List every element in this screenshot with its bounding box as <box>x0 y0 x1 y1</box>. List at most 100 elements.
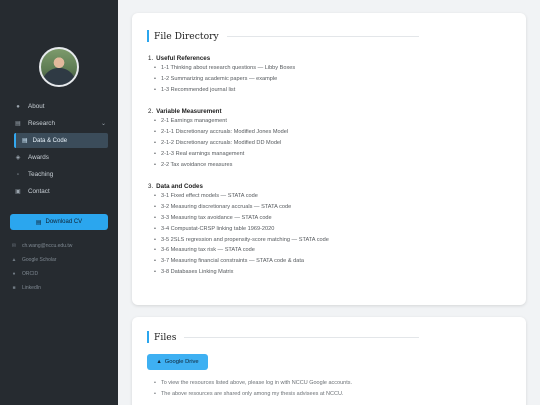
list-item[interactable]: 3-5 2SLS regression and propensity-score… <box>148 234 508 245</box>
sidebar-item-label: Teaching <box>28 171 54 178</box>
files-card: Files ▲ Google Drive To view the resourc… <box>132 317 526 405</box>
section-list: 1-1 Thinking about research questions — … <box>148 63 508 95</box>
sidebar-nav: ● About ▤ Research ⌄ ▤ Data & Code ◈ Awa… <box>0 98 118 200</box>
email-link[interactable]: ✉ ch.wang@nccu.edu.tw <box>10 239 73 253</box>
sidebar-links: ✉ ch.wang@nccu.edu.tw ▲ Google Scholar ●… <box>10 239 73 295</box>
google-drive-label: Google Drive <box>164 359 199 365</box>
heading-accent-bar <box>147 30 149 42</box>
person-icon: ● <box>16 103 20 110</box>
download-cv-label: Download CV <box>45 219 83 225</box>
sidebar-item-label: About <box>28 103 45 110</box>
list-item[interactable]: 1-2 Summarizing academic papers — exampl… <box>148 74 508 85</box>
list-item-text: 2-2 Tax avoidance measures <box>160 161 233 168</box>
sidebar-item-research[interactable]: ▤ Research ⌄ <box>0 115 118 132</box>
heading-accent-bar <box>147 331 149 343</box>
section-name: Useful References <box>156 54 211 62</box>
list-item-text: 2-1 Earnings management <box>160 118 227 125</box>
list-item-text: 1-3 Recommended journal list <box>160 86 236 93</box>
list-item[interactable]: 1-1 Thinking about research questions — … <box>148 63 508 74</box>
list-item-text: 3-3 Measuring tax avoidance — STATA code <box>160 214 272 221</box>
file-directory-title: File Directory <box>154 30 219 42</box>
list-item[interactable]: 3-2 Measuring discretionary accruals — S… <box>148 202 508 213</box>
orcid-link-label: ORCID <box>22 271 39 277</box>
list-item-text: 3-7 Measuring financial constraints — ST… <box>160 258 304 265</box>
section-number: 2. <box>148 107 154 115</box>
section-number: 3. <box>148 182 154 190</box>
list-item[interactable]: 2-1-1 Discretionary accruals: Modified J… <box>148 127 508 138</box>
note-text: To view the resources listed above, plea… <box>160 379 353 386</box>
orcid-icon: ● <box>12 271 16 277</box>
section-heading: 2. Variable Measurement <box>148 106 508 116</box>
sidebar-item-label: Awards <box>28 154 49 161</box>
list-item-text: 2-1-3 Real earnings management <box>160 150 245 157</box>
list-item-text: 3-8 Databases Linking Matrix <box>160 268 234 275</box>
file-directory-heading: File Directory <box>147 30 419 42</box>
section-heading: 1. Useful References <box>148 53 508 63</box>
list-item[interactable]: 3-8 Databases Linking Matrix <box>148 267 508 278</box>
google-scholar-link[interactable]: ▲ Google Scholar <box>10 253 72 267</box>
file-directory-card: File Directory 1. Useful References 1-1 … <box>132 13 526 305</box>
contact-icon: ▣ <box>15 189 21 195</box>
list-item[interactable]: 2-2 Tax avoidance measures <box>148 159 508 170</box>
section-variable-measurement: 2. Variable Measurement 2-1 Earnings man… <box>148 106 508 170</box>
section-number: 1. <box>148 54 154 62</box>
list-item[interactable]: 2-1-3 Real earnings management <box>148 148 508 159</box>
chevron-down-icon[interactable]: ⌄ <box>101 120 106 127</box>
files-heading: Files <box>147 331 419 343</box>
sidebar-item-label: Contact <box>28 188 50 195</box>
orcid-link[interactable]: ● ORCID <box>10 267 72 281</box>
chat-icon: ▫ <box>16 171 20 178</box>
google-scholar-link-label: Google Scholar <box>22 257 57 263</box>
section-useful-references: 1. Useful References 1-1 Thinking about … <box>148 53 508 95</box>
database-icon: ▤ <box>22 138 28 144</box>
files-notes: To view the resources listed above, plea… <box>148 377 352 400</box>
list-item-text: 2-1-1 Discretionary accruals: Modified J… <box>160 129 289 136</box>
list-item[interactable]: 3-3 Measuring tax avoidance — STATA code <box>148 213 508 224</box>
files-title: Files <box>154 331 177 343</box>
sidebar-item-awards[interactable]: ◈ Awards <box>0 149 118 166</box>
list-item-text: 1-1 Thinking about research questions — … <box>160 65 296 72</box>
mail-icon: ✉ <box>11 243 17 249</box>
list-icon: ▤ <box>15 121 21 127</box>
list-item-text: 2-1-2 Discretionary accruals: Modified D… <box>160 139 282 146</box>
drive-icon: ▲ <box>156 359 162 365</box>
sidebar-item-label: Data & Code <box>32 137 68 144</box>
list-item: To view the resources listed above, plea… <box>148 377 352 389</box>
section-name: Variable Measurement <box>156 107 222 115</box>
section-list: 2-1 Earnings management 2-1-1 Discretion… <box>148 116 508 170</box>
sidebar-item-data-code[interactable]: ▤ Data & Code <box>14 133 108 148</box>
list-item-text: 3-5 2SLS regression and propensity-score… <box>160 236 329 243</box>
sidebar-item-label: Research <box>28 120 55 127</box>
list-item[interactable]: 3-7 Measuring financial constraints — ST… <box>148 256 508 267</box>
list-item-text: 1-2 Summarizing academic papers — exampl… <box>160 76 278 83</box>
list-item-text: 3-4 Compustat-CRSP linking table 1969-20… <box>160 225 275 232</box>
sidebar-item-contact[interactable]: ▣ Contact <box>0 183 118 200</box>
list-item[interactable]: 2-1 Earnings management <box>148 116 508 127</box>
linkedin-link[interactable]: ■ LinkedIn <box>10 281 72 295</box>
heading-divider <box>184 336 419 338</box>
scholar-icon: ▲ <box>11 257 17 263</box>
heading-divider <box>226 35 419 37</box>
section-list: 3-1 Fixed effect models — STATA code 3-2… <box>148 191 508 277</box>
list-item[interactable]: 3-6 Measuring tax risk — STATA code <box>148 245 508 256</box>
list-item[interactable]: 2-1-2 Discretionary accruals: Modified D… <box>148 138 508 149</box>
award-icon: ◈ <box>15 155 21 161</box>
email-link-label: ch.wang@nccu.edu.tw <box>22 243 73 249</box>
section-name: Data and Codes <box>156 182 203 190</box>
list-item[interactable]: 1-3 Recommended journal list <box>148 85 508 96</box>
list-item-text: 3-2 Measuring discretionary accruals — S… <box>160 204 292 211</box>
linkedin-link-label: LinkedIn <box>22 285 41 291</box>
list-item-text: 3-6 Measuring tax risk — STATA code <box>160 247 255 254</box>
document-icon: ▤ <box>35 219 42 226</box>
sidebar-item-about[interactable]: ● About <box>0 98 118 115</box>
list-item[interactable]: 3-4 Compustat-CRSP linking table 1969-20… <box>148 223 508 234</box>
list-item-text: 3-1 Fixed effect models — STATA code <box>160 193 258 200</box>
download-cv-button[interactable]: ▤ Download CV <box>10 214 108 230</box>
google-drive-button[interactable]: ▲ Google Drive <box>147 354 208 370</box>
section-data-and-codes: 3. Data and Codes 3-1 Fixed effect model… <box>148 181 508 277</box>
avatar <box>39 47 79 87</box>
note-text: The above resources are shared only amon… <box>160 391 344 398</box>
sidebar-item-teaching[interactable]: ▫ Teaching <box>0 166 118 183</box>
sidebar: ● About ▤ Research ⌄ ▤ Data & Code ◈ Awa… <box>0 0 118 405</box>
list-item[interactable]: 3-1 Fixed effect models — STATA code <box>148 191 508 202</box>
